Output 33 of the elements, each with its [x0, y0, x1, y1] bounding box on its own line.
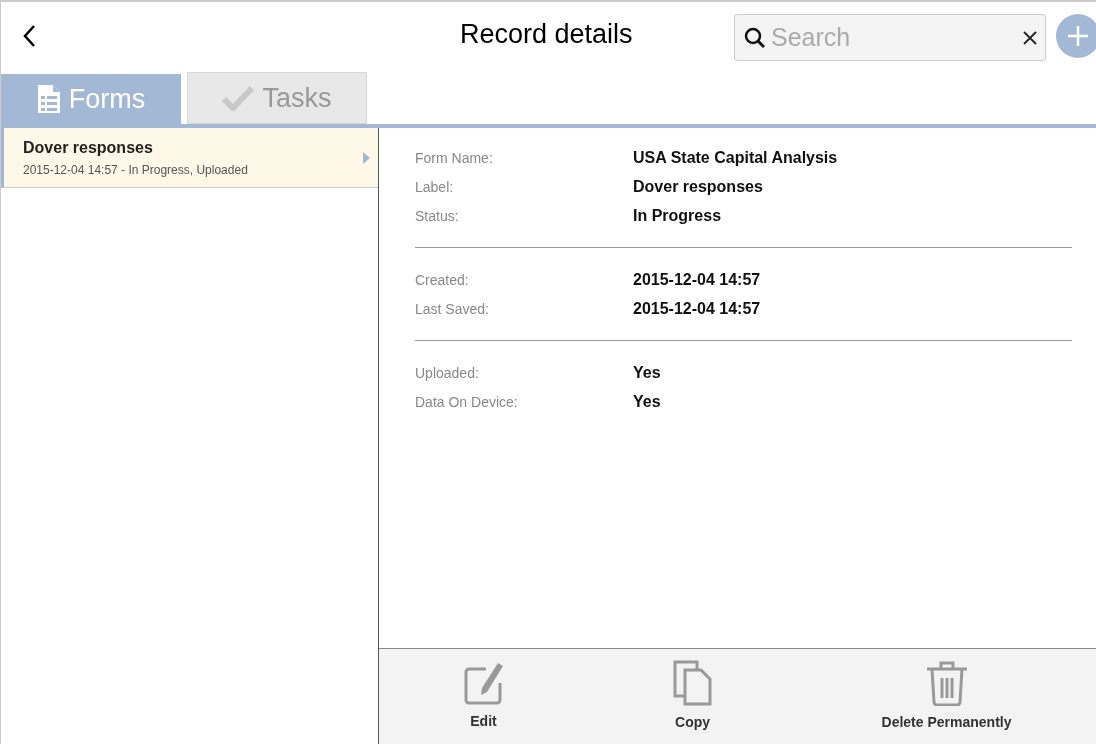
field-label: Uploaded:	[415, 364, 480, 383]
check-icon	[222, 85, 255, 111]
record-title: Dover responses	[23, 138, 154, 158]
search-icon	[743, 25, 767, 50]
field-value: Dover responses	[633, 177, 763, 197]
field-value: Yes	[633, 392, 661, 412]
record-item[interactable]: Dover responses 2015-12-04 14:57 - In Progress, Uploaded	[1, 128, 378, 188]
trash-icon	[924, 660, 969, 706]
search-bar[interactable]: Search	[734, 14, 1046, 61]
plus-icon	[1067, 25, 1089, 47]
copy-icon	[672, 660, 713, 706]
field-value: USA State Capital Analysis	[633, 148, 838, 168]
search-field[interactable]: Search	[771, 18, 1019, 57]
field-label: Last Saved:	[415, 300, 490, 319]
page-title: Record details	[460, 18, 633, 51]
clear-icon[interactable]	[1023, 30, 1037, 45]
field-value: In Progress	[633, 206, 722, 226]
field-value: 2015-12-04 14:57	[633, 270, 761, 290]
chevron-icon	[363, 151, 370, 164]
record-subtitle: 2015-12-04 14:57 - In Progress, Uploaded	[23, 162, 249, 179]
form-icon	[36, 84, 61, 114]
field-label: Created:	[415, 271, 470, 290]
field-value: 2015-12-04 14:57	[633, 299, 761, 319]
action-button[interactable]: Copy	[664, 660, 721, 733]
action-button[interactable]: Edit	[455, 661, 512, 732]
field-label: Form Name:	[415, 149, 494, 168]
edit-icon	[463, 661, 504, 705]
action-button[interactable]: Delete Permanently	[873, 660, 1020, 733]
field-label: Status:	[415, 207, 460, 226]
field-value: Yes	[633, 363, 661, 383]
field-label: Label:	[415, 178, 455, 197]
back-icon	[22, 24, 36, 48]
field-label: Data On Device:	[415, 393, 519, 412]
